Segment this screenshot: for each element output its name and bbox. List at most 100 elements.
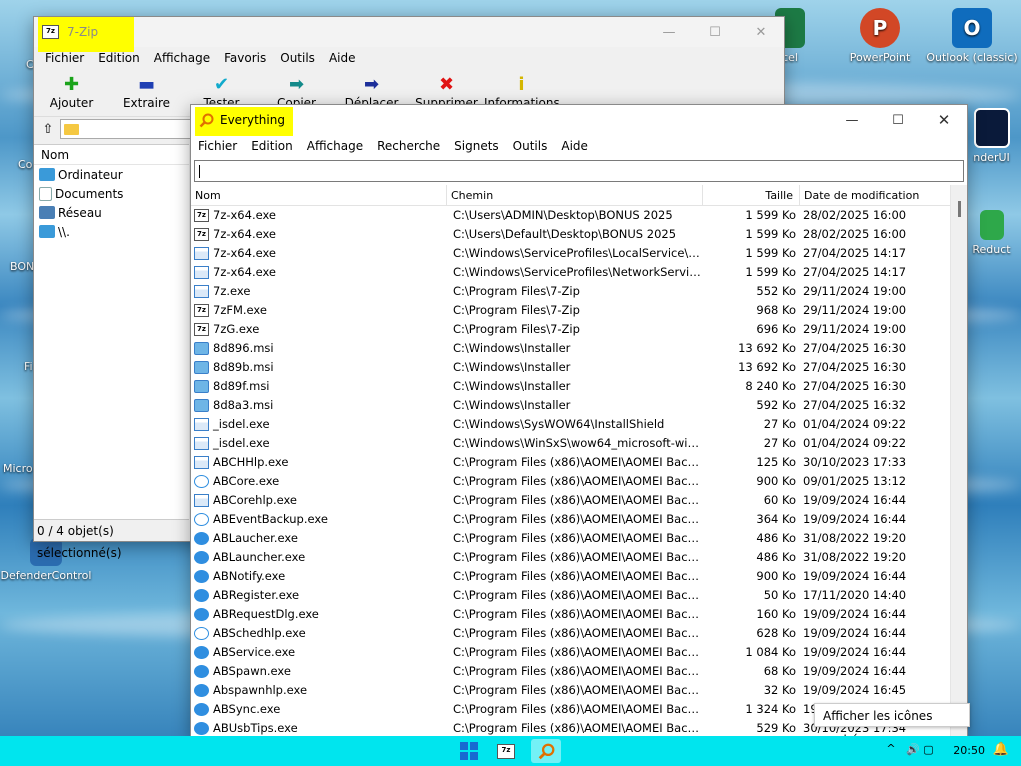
menu-favoris[interactable]: Favoris [217,51,273,65]
file-name: ABSync.exe [213,702,281,716]
table-row[interactable]: ABCHHlp.exe C:\Program Files (x86)\AOMEI\… [191,453,951,472]
table-row[interactable]: ABEventBackup.exe C:\Program Files (x86)\… [191,510,951,529]
minimize-button[interactable]: — [646,17,692,47]
menu-outils[interactable]: Outils [273,51,322,65]
show-hidden-icons-button[interactable]: ^ [882,742,900,760]
folder-up-button[interactable]: ⇧ [36,119,60,139]
taskbar-app-everything[interactable] [531,739,561,763]
menu-aide[interactable]: Aide [554,139,595,153]
table-row[interactable]: ABSpawn.exe C:\Program Files (x86)\AOMEI\… [191,662,951,681]
titlebar[interactable]: Everything — ☐ ✕ [191,105,967,136]
menu-aide[interactable]: Aide [322,51,363,65]
desktop-icon-reduct-partial[interactable]: Reduct [962,210,1021,256]
file-list[interactable]: Nom Ordinateur Documents Réseau \\. [34,144,189,519]
table-row[interactable]: ABRegister.exe C:\Program Files (x86)\AOM… [191,586,951,605]
table-row[interactable]: ABCore.exe C:\Program Files (x86)\AOMEI\A… [191,472,951,491]
cell-name: ABUsbTips.exe [194,719,444,737]
notifications-button[interactable]: 🔔 [993,742,1009,757]
desktop-icon-left-4[interactable]: Fi [0,360,34,373]
application-icon [194,247,209,260]
column-header-path[interactable]: Chemin [447,185,703,206]
menu-affichage[interactable]: Affichage [300,139,370,153]
table-row[interactable]: 8d89f.msi C:\Windows\Installer 8 240 Ko 27/… [191,377,951,396]
window-everything[interactable]: Everything — ☐ ✕ Fichier Edition Afficha… [190,104,968,738]
search-input[interactable] [194,160,964,182]
taskbar-app-7zip[interactable]: 7z [493,739,523,763]
cell-path: C:\Windows\Installer [453,379,571,393]
table-row[interactable]: 7z 7zG.exe C:\Program Files\7-Zip 696 Ko 29/… [191,320,951,339]
column-header-size[interactable]: Taille [703,185,800,206]
cell-path: C:\Windows\SysWOW64\InstallShield [453,417,665,431]
desktop-icon-left-1[interactable]: Co [0,58,40,71]
table-row[interactable]: ABSchedhlp.exe C:\Program Files (x86)\AOM… [191,624,951,643]
vertical-scrollbar[interactable] [950,185,967,737]
menu-edition[interactable]: Edition [91,51,147,65]
desktop-icon-label: Micro [3,462,33,475]
close-button[interactable]: ✕ [738,17,784,47]
desktop-icon-left-5[interactable]: Micro [0,462,34,475]
close-button[interactable]: ✕ [921,105,967,135]
button-label: Ajouter [49,96,94,110]
table-row[interactable]: 7z 7z-x64.exe C:\Users\Default\Desktop\BON… [191,225,951,244]
table-row[interactable]: _isdel.exe C:\Windows\SysWOW64\InstallShi… [191,415,951,434]
cell-date: 01/04/2024 09:22 [803,436,907,450]
table-row[interactable]: 7z-x64.exe C:\Windows\ServiceProfiles\Net… [191,263,951,282]
file-name: Abspawnhlp.exe [213,683,308,697]
tray-icons[interactable]: 🔊 ▢ [906,743,934,756]
table-row[interactable]: 7z.exe C:\Program Files\7-Zip 552 Ko 29/11/… [191,282,951,301]
desktop-icon-label: BON [10,260,35,273]
minimize-button[interactable]: — [829,105,875,135]
desktop-icon-left-2[interactable]: Co [0,158,34,171]
menu-outils[interactable]: Outils [506,139,555,153]
clock[interactable]: 20:50 [953,736,985,766]
cell-date: 27/04/2025 16:30 [803,360,907,374]
desktop-icon-outlook[interactable]: O Outlook (classic) [926,8,1018,64]
table-row[interactable]: ABService.exe C:\Program Files (x86)\AOME… [191,643,951,662]
table-row[interactable]: ABRequestDlg.exe C:\Program Files (x86)\A… [191,605,951,624]
table-row[interactable]: 8d896.msi C:\Windows\Installer 13 692 Ko 27… [191,339,951,358]
results-list[interactable]: 7z 7z-x64.exe C:\Users\ADMIN\Desktop\BONUS… [191,206,951,737]
menu-edition[interactable]: Edition [244,139,300,153]
cell-size: 32 Ko [763,683,796,697]
table-row[interactable]: 7z 7zFM.exe C:\Program Files\7-Zip 968 Ko 29… [191,301,951,320]
titlebar[interactable]: 7z 7-Zip — ☐ ✕ [34,17,784,52]
table-row[interactable]: ABNotify.exe C:\Program Files (x86)\AOMEI… [191,567,951,586]
desktop-icon-left-3[interactable]: BON [0,260,34,273]
desktop-icon-defenderui-partial[interactable]: nderUI [962,108,1021,164]
list-item-unc[interactable]: \\. [34,222,189,241]
maximize-button[interactable]: ☐ [692,17,738,47]
list-item-documents[interactable]: Documents [34,184,189,203]
cell-size: 486 Ko [756,531,796,545]
cell-size: 1 599 Ko [745,208,796,222]
list-item-computer[interactable]: Ordinateur [34,165,189,184]
add-button[interactable]: ✚ Ajouter [34,69,109,116]
menu-affichage[interactable]: Affichage [147,51,217,65]
cell-size: 160 Ko [756,607,796,621]
column-header-date[interactable]: Date de modification [800,185,951,206]
cell-date: 19/09/2024 16:44 [803,569,907,583]
cell-date: 19/09/2024 16:44 [803,493,907,507]
extract-button[interactable]: ▬ Extraire [109,69,184,116]
start-button[interactable] [454,739,484,763]
list-item-network[interactable]: Réseau [34,203,189,222]
scrollbar-thumb[interactable] [958,201,961,217]
menu-fichier[interactable]: Fichier [38,51,91,65]
menu-recherche[interactable]: Recherche [370,139,447,153]
table-row[interactable]: ABLauncher.exe C:\Program Files (x86)\AOM… [191,548,951,567]
menu-signets[interactable]: Signets [447,139,506,153]
table-row[interactable]: ABCorehlp.exe C:\Program Files (x86)\AOME… [191,491,951,510]
file-name: ABCorehlp.exe [213,493,298,507]
table-row[interactable]: 8d8a3.msi C:\Windows\Installer 592 Ko 27/04… [191,396,951,415]
cell-path: C:\Program Files (x86)\AOMEI\AOMEI Backu… [453,607,701,621]
table-row[interactable]: Abspawnhlp.exe C:\Program Files (x86)\AOM… [191,681,951,700]
menu-fichier[interactable]: Fichier [191,139,244,153]
table-row[interactable]: ABLaucher.exe C:\Program Files (x86)\AOME… [191,529,951,548]
column-header-name[interactable]: Nom [34,145,189,165]
column-header-name[interactable]: Nom [191,185,447,206]
table-row[interactable]: 7z-x64.exe C:\Windows\ServiceProfiles\Loc… [191,244,951,263]
table-row[interactable]: 7z 7z-x64.exe C:\Users\ADMIN\Desktop\BONUS… [191,206,951,225]
maximize-button[interactable]: ☐ [875,105,921,135]
table-row[interactable]: _isdel.exe C:\Windows\WinSxS\wow64_micros… [191,434,951,453]
desktop-icon-powerpoint[interactable]: P PowerPoint [834,8,926,64]
table-row[interactable]: 8d89b.msi C:\Windows\Installer 13 692 Ko 27… [191,358,951,377]
